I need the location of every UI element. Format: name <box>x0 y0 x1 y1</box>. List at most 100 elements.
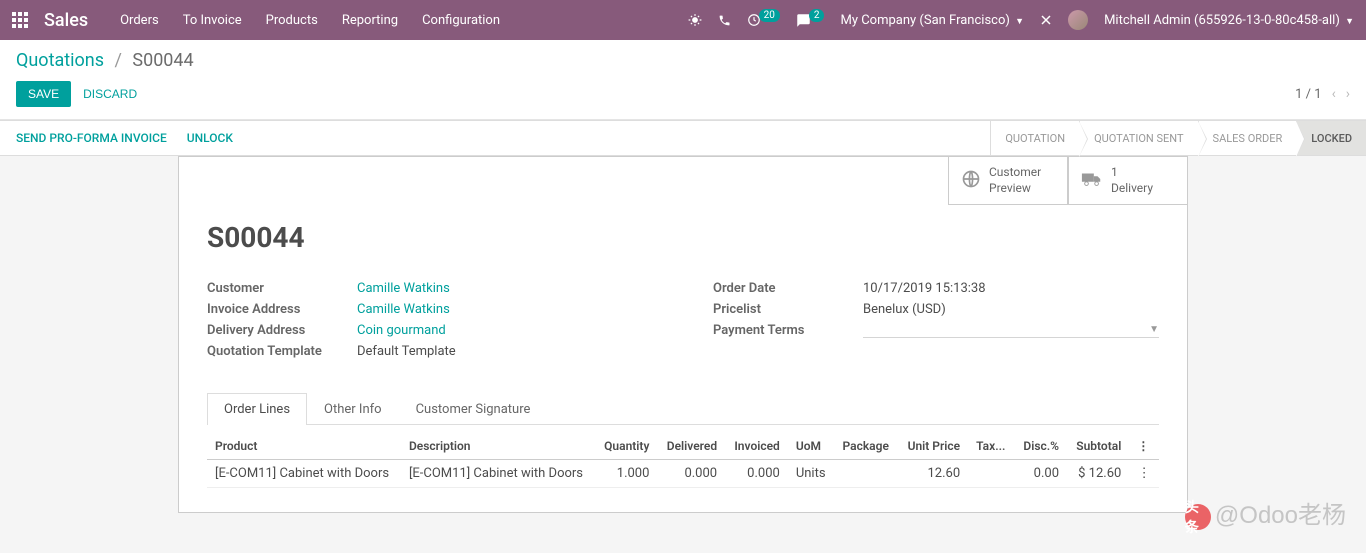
th-package: Package <box>835 433 899 460</box>
save-button[interactable]: SAVE <box>16 81 71 107</box>
field-payment-terms[interactable]: ▼ <box>863 323 1159 338</box>
company-selector[interactable]: My Company (San Francisco) ▼ <box>840 13 1024 28</box>
field-invoice-addr[interactable]: Camille Watkins <box>357 302 450 317</box>
avatar[interactable] <box>1068 10 1088 30</box>
status-quotation-sent[interactable]: QUOTATION SENT <box>1079 121 1197 155</box>
nav-menu: Orders To Invoice Products Reporting Con… <box>120 13 688 28</box>
th-kebab-icon[interactable]: ⋮ <box>1129 433 1159 460</box>
form-sheet: CustomerPreview 1Delivery S00044 Custome… <box>178 156 1188 513</box>
nav-right: 20 2 My Company (San Francisco) ▼ Mitche… <box>688 10 1354 30</box>
customer-preview-button[interactable]: CustomerPreview <box>948 156 1068 205</box>
tab-customer-signature[interactable]: Customer Signature <box>399 393 548 425</box>
activity-badge: 20 <box>759 9 780 22</box>
tab-order-lines[interactable]: Order Lines <box>207 393 307 425</box>
field-customer[interactable]: Camille Watkins <box>357 281 450 296</box>
left-col: CustomerCamille Watkins Invoice AddressC… <box>207 278 653 362</box>
status-row: SEND PRO-FORMA INVOICE UNLOCK QUOTATION … <box>0 120 1366 156</box>
cell-disc: 0.00 <box>1014 460 1067 488</box>
th-quantity: Quantity <box>595 433 658 460</box>
cell-description: [E-COM11] Cabinet with Doors <box>401 460 595 488</box>
field-delivery-addr[interactable]: Coin gourmand <box>357 323 446 338</box>
th-description: Description <box>401 433 595 460</box>
activity-icon[interactable]: 20 <box>747 13 780 27</box>
cell-delivered: 0.000 <box>657 460 725 488</box>
cell-quantity: 1.000 <box>595 460 658 488</box>
phone-icon[interactable] <box>718 14 731 27</box>
stat-buttons: CustomerPreview 1Delivery <box>948 156 1188 205</box>
delivery-button[interactable]: 1Delivery <box>1068 156 1188 205</box>
field-order-date: 10/17/2019 15:13:38 <box>863 281 986 296</box>
truck-icon <box>1081 170 1103 192</box>
breadcrumb: Quotations / S00044 <box>16 50 1350 71</box>
cell-package <box>835 460 899 488</box>
debug-icon[interactable] <box>688 13 702 27</box>
pager-prev-icon[interactable]: ‹ <box>1332 86 1336 102</box>
th-disc: Disc.% <box>1014 433 1067 460</box>
label-payment-terms: Payment Terms <box>713 323 863 338</box>
status-locked[interactable]: LOCKED <box>1296 121 1366 155</box>
status-actions: SEND PRO-FORMA INVOICE UNLOCK <box>16 121 233 155</box>
nav-reporting[interactable]: Reporting <box>342 13 398 28</box>
status-bar: QUOTATION QUOTATION SENT SALES ORDER LOC… <box>990 121 1366 155</box>
order-lines-table: Product Description Quantity Delivered I… <box>207 433 1159 488</box>
user-menu[interactable]: Mitchell Admin (655926-13-0-80c458-all) … <box>1104 13 1354 28</box>
table-row[interactable]: [E-COM11] Cabinet with Doors [E-COM11] C… <box>207 460 1159 488</box>
cell-taxes <box>968 460 1014 488</box>
breadcrumb-current: S00044 <box>132 50 193 71</box>
breadcrumb-sep: / <box>114 50 121 71</box>
th-delivered: Delivered <box>657 433 725 460</box>
send-proforma-button[interactable]: SEND PRO-FORMA INVOICE <box>16 131 167 145</box>
row-kebab-icon[interactable]: ⋮ <box>1129 460 1159 488</box>
globe-icon <box>961 169 981 193</box>
caret-down-icon: ▼ <box>1345 17 1354 27</box>
nav-to-invoice[interactable]: To Invoice <box>183 13 242 28</box>
label-customer: Customer <box>207 281 357 296</box>
cell-unit-price: 12.60 <box>898 460 968 488</box>
status-sales-order[interactable]: SALES ORDER <box>1198 121 1297 155</box>
cell-subtotal: $ 12.60 <box>1067 460 1129 488</box>
unlock-button[interactable]: UNLOCK <box>187 131 233 145</box>
label-template: Quotation Template <box>207 344 357 359</box>
label-invoice-addr: Invoice Address <box>207 302 357 317</box>
fields: CustomerCamille Watkins Invoice AddressC… <box>207 278 1159 362</box>
cell-uom: Units <box>788 460 835 488</box>
field-pricelist: Benelux (USD) <box>863 302 946 317</box>
app-title[interactable]: Sales <box>44 10 88 31</box>
order-title: S00044 <box>207 221 1159 254</box>
field-template: Default Template <box>357 344 456 359</box>
messages-badge: 2 <box>809 9 825 22</box>
breadcrumb-root[interactable]: Quotations <box>16 50 104 71</box>
cell-invoiced: 0.000 <box>725 460 788 488</box>
messages-icon[interactable]: 2 <box>796 13 825 28</box>
top-nav: Sales Orders To Invoice Products Reporti… <box>0 0 1366 40</box>
discard-button[interactable]: DISCARD <box>71 81 149 107</box>
control-panel: Quotations / S00044 SAVE DISCARD 1 / 1 ‹… <box>0 40 1366 120</box>
caret-down-icon: ▼ <box>1015 17 1024 27</box>
tabs: Order Lines Other Info Customer Signatur… <box>207 392 1159 425</box>
th-uom: UoM <box>788 433 835 460</box>
sheet-bg: CustomerPreview 1Delivery S00044 Custome… <box>0 156 1366 553</box>
actions-row: SAVE DISCARD 1 / 1 ‹ › <box>16 71 1350 119</box>
nav-configuration[interactable]: Configuration <box>422 13 500 28</box>
caret-down-icon: ▼ <box>1149 324 1159 335</box>
nav-products[interactable]: Products <box>266 13 318 28</box>
th-subtotal: Subtotal <box>1067 433 1129 460</box>
pager-next-icon[interactable]: › <box>1346 86 1350 102</box>
label-order-date: Order Date <box>713 281 863 296</box>
tab-other-info[interactable]: Other Info <box>307 393 399 425</box>
th-unit-price: Unit Price <box>898 433 968 460</box>
sheet-content: S00044 CustomerCamille Watkins Invoice A… <box>179 157 1187 512</box>
cell-product: [E-COM11] Cabinet with Doors <box>207 460 401 488</box>
pager: 1 / 1 ‹ › <box>1295 86 1350 102</box>
nav-orders[interactable]: Orders <box>120 13 159 28</box>
apps-icon[interactable] <box>12 12 28 28</box>
label-delivery-addr: Delivery Address <box>207 323 357 338</box>
right-col: Order Date10/17/2019 15:13:38 PricelistB… <box>713 278 1159 362</box>
label-pricelist: Pricelist <box>713 302 863 317</box>
th-product: Product <box>207 433 401 460</box>
close-icon[interactable] <box>1040 14 1052 26</box>
pager-text: 1 / 1 <box>1295 87 1321 102</box>
status-quotation[interactable]: QUOTATION <box>990 121 1079 155</box>
th-taxes: Tax... <box>968 433 1014 460</box>
th-invoiced: Invoiced <box>725 433 788 460</box>
